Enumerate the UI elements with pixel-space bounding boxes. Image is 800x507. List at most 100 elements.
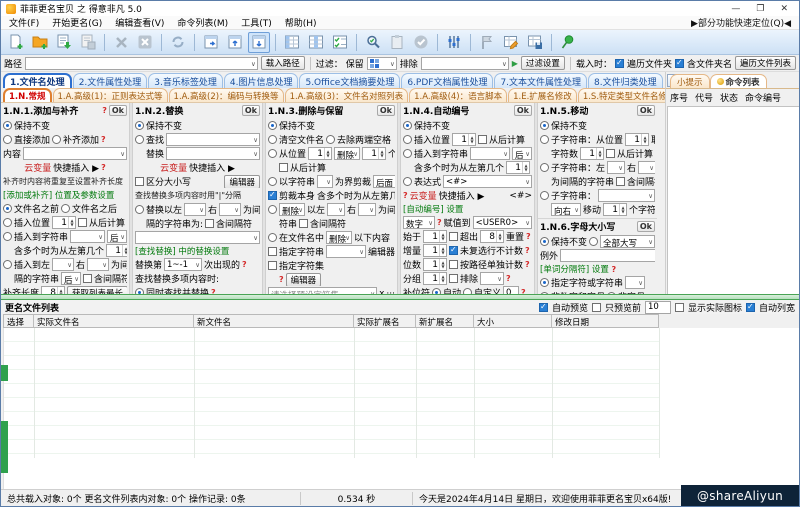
help-icon[interactable] xyxy=(101,163,106,172)
from-pos-radio[interactable] xyxy=(268,149,277,158)
col-actual-extension[interactable]: 实际扩展名 xyxy=(354,315,416,327)
ok-button[interactable]: Ok xyxy=(637,221,655,232)
editor-link[interactable]: 编辑器 xyxy=(368,245,395,258)
include-sep-checkbox[interactable] xyxy=(299,219,308,228)
traverse-file-list-button[interactable]: 遍历文件列表 xyxy=(735,56,796,70)
cloud-variable-link[interactable]: 云变量 xyxy=(410,189,437,202)
maximize-button[interactable]: ❐ xyxy=(756,4,764,14)
overflow-stepper[interactable]: 8 xyxy=(480,230,504,243)
editor-button[interactable]: 编辑器 xyxy=(224,175,260,188)
pin-icon[interactable] xyxy=(557,32,579,53)
after-before-combobox[interactable]: 后 xyxy=(512,147,532,160)
boundary-string-combobox[interactable] xyxy=(317,175,333,188)
preset-charset-combobox[interactable]: 请选择预设字符集 xyxy=(268,287,377,294)
col-actual-filename[interactable]: 实际文件名 xyxy=(34,315,194,327)
pos-stepper[interactable]: 1 xyxy=(308,147,332,160)
refresh-icon[interactable] xyxy=(167,32,189,53)
clear-name-radio[interactable] xyxy=(268,135,277,144)
nth-occurrence-stepper[interactable]: 1 xyxy=(106,244,127,257)
path-combobox[interactable] xyxy=(25,57,258,70)
exclude-checkbox[interactable] xyxy=(449,274,458,283)
expression-radio[interactable] xyxy=(403,177,412,186)
menu-file[interactable]: 文件(F) xyxy=(9,16,39,29)
menu-command-list[interactable]: 命令列表(M) xyxy=(177,16,228,29)
tab-office-summary[interactable]: 5.Office文档摘要处理 xyxy=(299,73,400,88)
insert-between-radio[interactable] xyxy=(3,260,12,269)
quick-insert-link[interactable]: 快捷插入 ▶ xyxy=(189,161,235,174)
search-preview-icon[interactable] xyxy=(362,32,384,53)
subtab-script[interactable]: 1.A.高级(4)：语言脚本 xyxy=(409,88,507,102)
direct-add-radio[interactable] xyxy=(3,135,12,144)
tab-music-tags[interactable]: 3.音乐标签处理 xyxy=(148,73,223,88)
from-end-checkbox[interactable] xyxy=(279,163,288,172)
number-type-combobox[interactable]: 数字 xyxy=(403,216,435,229)
clipboard-icon[interactable] xyxy=(386,32,408,53)
panel-down-icon[interactable] xyxy=(248,32,270,53)
between-replacement-combobox[interactable] xyxy=(135,231,260,244)
right-delim-combobox[interactable] xyxy=(638,161,655,174)
left-delim-combobox[interactable] xyxy=(184,203,206,216)
traverse-folders-checkbox[interactable] xyxy=(615,59,624,68)
tab-filename[interactable]: 1.文件名处理 xyxy=(3,73,72,88)
substring-pos-radio[interactable] xyxy=(540,135,549,144)
tab-file-attributes[interactable]: 2.文件属性处理 xyxy=(73,73,148,88)
tab-command-list[interactable]: 命令列表 xyxy=(710,74,767,88)
keep-filter-combobox[interactable] xyxy=(367,57,397,70)
after-before-combobox[interactable]: 后 xyxy=(107,230,127,243)
file-table-body[interactable] xyxy=(3,328,799,491)
move-count-stepper[interactable]: 1 xyxy=(603,203,627,216)
help-icon[interactable] xyxy=(612,265,617,274)
delimiter-combobox[interactable] xyxy=(625,276,645,289)
quick-insert-link[interactable]: 快捷插入 ▶ xyxy=(439,189,485,202)
pad-add-radio[interactable] xyxy=(52,135,61,144)
pad-length-stepper[interactable]: 8 xyxy=(41,286,65,294)
tab-pdf-attributes[interactable]: 6.PDF文档属性处理 xyxy=(401,73,493,88)
subtab-encoding[interactable]: 1.A.高级(2)：编码与转换等 xyxy=(169,88,284,102)
from-end-checkbox[interactable] xyxy=(78,218,87,227)
help-icon[interactable] xyxy=(525,246,530,255)
left-delim-combobox[interactable] xyxy=(607,161,625,174)
content-combobox[interactable] xyxy=(23,147,127,160)
menu-start-rename[interactable]: 开始更名(G) xyxy=(52,16,102,29)
after-name-radio[interactable] xyxy=(61,204,70,213)
menu-edit-view[interactable]: 编辑查看(V) xyxy=(115,16,164,29)
exclude-filter-combobox[interactable] xyxy=(421,57,509,70)
col-new-extension[interactable]: 新扩展名 xyxy=(416,315,474,327)
col-new-filename[interactable]: 新文件名 xyxy=(194,315,354,327)
skip-unchecked-checkbox[interactable] xyxy=(449,246,458,255)
keep-radio[interactable] xyxy=(3,121,12,130)
apply-filter-icon[interactable] xyxy=(512,59,518,68)
keep-radio[interactable] xyxy=(135,121,144,130)
group-stepper[interactable]: 1 xyxy=(423,272,447,285)
filter-settings-button[interactable]: 过滤设置 xyxy=(521,56,565,70)
load-list-icon[interactable] xyxy=(53,32,75,53)
include-folder-names-checkbox[interactable] xyxy=(675,59,684,68)
auto-preview-checkbox[interactable] xyxy=(539,303,548,312)
help-icon[interactable] xyxy=(437,218,442,227)
confirm-icon[interactable] xyxy=(410,32,432,53)
cut-side-combobox[interactable]: 后面 xyxy=(373,175,395,188)
pad-custom-input[interactable] xyxy=(503,286,519,294)
subtab-extension[interactable]: 1.E.扩展名修改 xyxy=(508,88,577,102)
case-mode-radio[interactable] xyxy=(589,237,598,246)
cloud-variable-link[interactable]: 云变量 xyxy=(160,161,187,174)
include-sep-checkbox[interactable] xyxy=(205,219,214,228)
help-icon[interactable] xyxy=(101,135,106,144)
before-name-radio[interactable] xyxy=(3,204,12,213)
exclude-combobox[interactable] xyxy=(480,272,504,285)
right-delim-combobox[interactable] xyxy=(219,203,241,216)
get-longest-button[interactable]: 获取列表最长 xyxy=(67,286,127,294)
subtab-normal[interactable]: 1.N.常规 xyxy=(3,88,52,102)
load-path-button[interactable]: 载入路径 xyxy=(261,56,305,70)
sep-side-combobox[interactable]: 后 xyxy=(61,272,81,285)
pos-stepper[interactable]: 1 xyxy=(625,133,649,146)
from-end-checkbox[interactable] xyxy=(606,149,615,158)
subtab-mapping-list[interactable]: 1.A.高级(3)：文件名对照列表 xyxy=(285,88,409,102)
new-file-icon[interactable] xyxy=(5,32,27,53)
expression-combobox[interactable]: <#> xyxy=(443,175,532,188)
preview-first-checkbox[interactable] xyxy=(592,303,601,312)
substring-literal-radio[interactable] xyxy=(540,191,549,200)
table-edit-icon[interactable] xyxy=(500,32,522,53)
nth-stepper[interactable]: 1 xyxy=(506,161,530,174)
keep-radio[interactable] xyxy=(540,121,549,130)
